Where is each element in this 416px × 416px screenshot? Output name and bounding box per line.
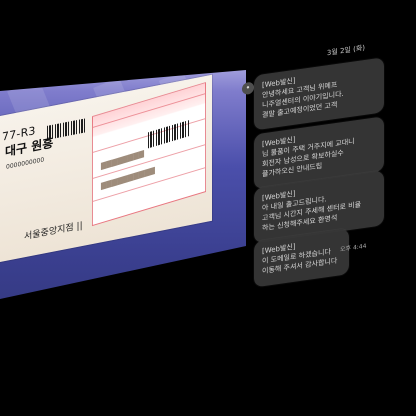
label-branch: 서울중앙지점 || (24, 220, 83, 243)
label-red-panel: ▇▇▇▇▇▇▇▇ ▇▇▇▇▇▇▇▇▇▇ (92, 81, 206, 227)
faded-label-text-2: ▇▇▇▇▇▇▇▇▇▇ (101, 166, 155, 191)
left-barcode (47, 118, 85, 140)
avatar-icon: • (242, 81, 254, 96)
faded-label-text-1: ▇▇▇▇▇▇▇▇ (101, 149, 145, 171)
tilted-phone-screen: 77-R3 대구 원흥 0000000000 ▇▇▇▇▇▇▇▇ ▇▇▇▇▇▇▇▇… (0, 0, 416, 416)
right-barcode (148, 120, 189, 149)
message-thread: 3월 2일 (화) • [Web발신] 안녕하세요 고객님 위메프 니주얼센터의… (236, 14, 391, 288)
message-date: 3월 2일 (화) (326, 43, 365, 58)
screenshot-scene: 77-R3 대구 원흥 0000000000 ▇▇▇▇▇▇▇▇ ▇▇▇▇▇▇▇▇… (0, 0, 416, 416)
